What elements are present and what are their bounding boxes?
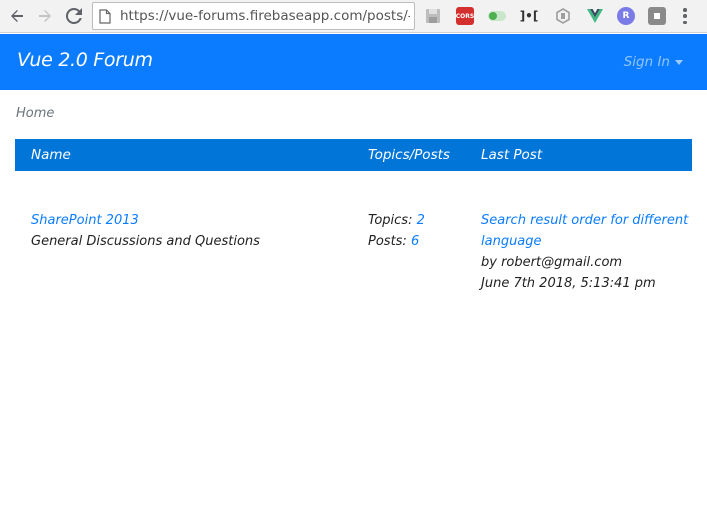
bracket-extension-icon[interactable]: ]•[ — [520, 7, 539, 25]
brand-title[interactable]: Vue 2.0 Forum — [17, 49, 153, 71]
last-post-title-link[interactable]: Search result order for different langua… — [481, 210, 692, 252]
breadcrumb: Home — [16, 106, 54, 121]
forum-description: General Discussions and Questions — [31, 234, 260, 249]
toggle-extension-icon[interactable] — [488, 7, 506, 25]
last-post-author: by robert@gmail.com — [481, 255, 623, 270]
forum-name-cell: SharePoint 2013 General Discussions and … — [31, 210, 260, 252]
shield-extension-icon[interactable] — [554, 7, 572, 25]
posts-count-link[interactable]: 6 — [411, 234, 419, 249]
forward-arrow-icon — [39, 10, 51, 22]
forum-table: Name Topics/Posts Last Post SharePoint 2… — [15, 139, 692, 291]
last-post-title-line1: Search result order for different — [481, 213, 689, 228]
header-topics-posts: Topics/Posts — [368, 147, 450, 163]
last-post-title-line2: language — [481, 234, 542, 249]
vue-devtools-icon[interactable] — [586, 7, 604, 25]
app-navbar: Vue 2.0 Forum Sign In — [0, 34, 707, 90]
forum-name-link[interactable]: SharePoint 2013 — [31, 210, 260, 231]
table-header: Name Topics/Posts Last Post — [15, 139, 692, 171]
header-name: Name — [31, 147, 71, 163]
reload-icon — [66, 8, 82, 24]
forward-button[interactable] — [34, 5, 56, 27]
back-button[interactable] — [6, 5, 28, 27]
save-extension-icon[interactable] — [424, 7, 442, 25]
topics-posts-cell: Topics: 2 Posts: 6 — [368, 210, 425, 252]
sign-in-label: Sign In — [623, 54, 670, 70]
header-last-post: Last Post — [481, 147, 543, 163]
reload-button[interactable] — [63, 5, 85, 27]
posts-label: Posts: — [368, 234, 407, 249]
table-row: SharePoint 2013 General Discussions and … — [15, 171, 692, 291]
sign-in-dropdown[interactable]: Sign In — [624, 54, 683, 70]
cors-extension-icon[interactable]: CORS — [456, 7, 474, 25]
browser-toolbar: https://vue-forums.firebaseapp.com/posts… — [0, 0, 707, 33]
address-bar[interactable]: https://vue-forums.firebaseapp.com/posts… — [92, 2, 415, 30]
topics-label: Topics: — [368, 213, 413, 228]
last-post-cell: Search result order for different langua… — [481, 210, 692, 294]
square-extension-icon[interactable] — [648, 7, 666, 25]
topics-count-link[interactable]: 2 — [417, 213, 425, 228]
breadcrumb-home[interactable]: Home — [16, 106, 54, 121]
last-post-date: June 7th 2018, 5:13:41 pm — [481, 276, 656, 291]
back-arrow-icon — [11, 10, 23, 22]
page-icon — [99, 9, 111, 24]
r-extension-icon[interactable]: R — [617, 7, 635, 25]
browser-menu-icon[interactable] — [683, 8, 687, 24]
caret-down-icon — [675, 60, 683, 65]
url-text: https://vue-forums.firebaseapp.com/posts… — [120, 8, 410, 24]
